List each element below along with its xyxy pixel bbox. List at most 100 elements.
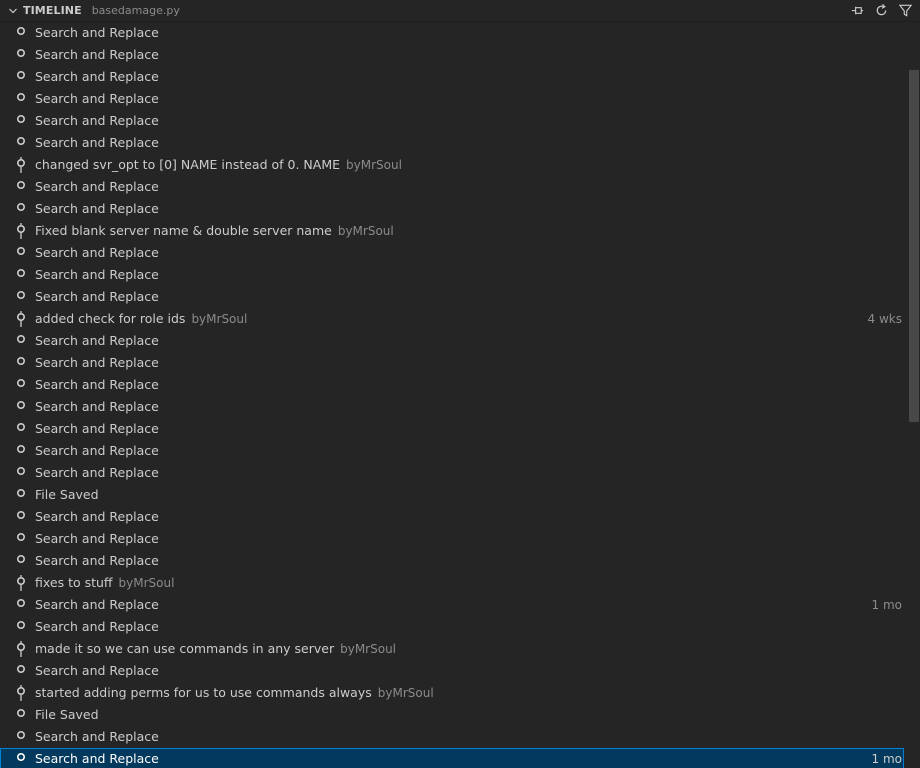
- timeline-item-label: Search and Replace: [35, 91, 159, 106]
- scrollbar[interactable]: [906, 22, 920, 768]
- git-commit-icon: [16, 157, 26, 173]
- circle-outline-icon: [16, 27, 26, 36]
- commit-author: byMrSoul: [377, 686, 434, 700]
- timeline-item[interactable]: Search and Replace 1 mo: [0, 594, 904, 616]
- timeline-item-commit[interactable]: fixes to stuff byMrSoul: [0, 572, 904, 594]
- timeline-item[interactable]: Search and Replace: [0, 132, 904, 154]
- timeline-item-label: Search and Replace: [35, 69, 159, 84]
- timeline-item[interactable]: Search and Replace: [0, 44, 904, 66]
- relative-time: 1 mo: [871, 598, 902, 612]
- circle-outline-icon: [16, 291, 26, 300]
- circle-outline-icon: [16, 203, 26, 212]
- circle-outline-icon: [16, 599, 26, 608]
- timeline-item[interactable]: Search and Replace: [0, 22, 904, 44]
- timeline-item[interactable]: Search and Replace: [0, 176, 904, 198]
- relative-time: 1 mo: [871, 752, 902, 766]
- timeline-item-commit[interactable]: Fixed blank server name & double server …: [0, 220, 904, 242]
- timeline-item-label: Search and Replace: [35, 201, 159, 216]
- circle-outline-icon: [16, 423, 26, 432]
- relative-time: 4 wks: [867, 312, 902, 326]
- circle-outline-icon: [16, 93, 26, 102]
- timeline-item[interactable]: Search and Replace: [0, 66, 904, 88]
- timeline-item-label: Search and Replace: [35, 135, 159, 150]
- circle-outline-icon: [16, 445, 26, 454]
- circle-outline-icon: [16, 379, 26, 388]
- timeline-item-label: Search and Replace: [35, 289, 159, 304]
- header-actions: [849, 2, 914, 19]
- timeline-item-label: File Saved: [35, 487, 99, 502]
- timeline-item-label: Search and Replace: [35, 25, 159, 40]
- timeline-item[interactable]: Search and Replace: [0, 88, 904, 110]
- circle-outline-icon: [16, 49, 26, 58]
- timeline-item[interactable]: Search and Replace: [0, 330, 904, 352]
- circle-outline-icon: [16, 621, 26, 630]
- scrollbar-thumb[interactable]: [909, 70, 919, 422]
- timeline-item[interactable]: Search and Replace: [0, 616, 904, 638]
- timeline-item-label: Search and Replace: [35, 531, 159, 546]
- timeline-item[interactable]: Search and Replace: [0, 396, 904, 418]
- timeline-item[interactable]: Search and Replace: [0, 264, 904, 286]
- commit-author: byMrSoul: [337, 224, 394, 238]
- commit-author: byMrSoul: [118, 576, 175, 590]
- timeline-item-label: started adding perms for us to use comma…: [35, 685, 434, 700]
- timeline-header[interactable]: TIMELINE basedamage.py: [0, 0, 920, 22]
- timeline-item-label: Search and Replace: [35, 267, 159, 282]
- circle-outline-icon: [16, 357, 26, 366]
- circle-outline-icon: [16, 489, 26, 498]
- timeline-item-commit[interactable]: added check for role ids byMrSoul 4 wks: [0, 308, 904, 330]
- circle-outline-icon: [16, 115, 26, 124]
- timeline-item-label: Search and Replace: [35, 751, 159, 766]
- timeline-item-label: made it so we can use commands in any se…: [35, 641, 397, 656]
- commit-author: byMrSoul: [346, 158, 402, 172]
- timeline-item[interactable]: Search and Replace: [0, 242, 904, 264]
- circle-outline-icon: [16, 269, 26, 278]
- timeline-item-label: File Saved: [35, 707, 99, 722]
- timeline-item[interactable]: Search and Replace: [0, 440, 904, 462]
- commit-author: byMrSoul: [191, 312, 248, 326]
- git-commit-icon: [16, 575, 26, 591]
- timeline-item-label: added check for role ids byMrSoul: [35, 311, 248, 326]
- timeline-item-label: Search and Replace: [35, 553, 159, 568]
- filter-icon[interactable]: [897, 2, 914, 19]
- timeline-item-label: Search and Replace: [35, 355, 159, 370]
- timeline-item[interactable]: Search and Replace: [0, 286, 904, 308]
- timeline-item[interactable]: Search and Replace: [0, 198, 904, 220]
- timeline-item-label: fixes to stuff byMrSoul: [35, 575, 175, 590]
- timeline-item-label: Search and Replace: [35, 509, 159, 524]
- refresh-icon[interactable]: [873, 2, 890, 19]
- timeline-item[interactable]: Search and Replace: [0, 550, 904, 572]
- timeline-item[interactable]: Search and Replace: [0, 418, 904, 440]
- timeline-item[interactable]: Search and Replace 1 mo: [0, 748, 904, 768]
- git-commit-icon: [16, 641, 26, 657]
- circle-outline-icon: [16, 71, 26, 80]
- timeline-item-label: Search and Replace: [35, 465, 159, 480]
- circle-outline-icon: [16, 181, 26, 190]
- timeline-item[interactable]: Search and Replace: [0, 726, 904, 748]
- circle-outline-icon: [16, 731, 26, 740]
- timeline-item[interactable]: Search and Replace: [0, 660, 904, 682]
- timeline-item-label: Search and Replace: [35, 399, 159, 414]
- timeline-item[interactable]: Search and Replace: [0, 352, 904, 374]
- timeline-item-commit[interactable]: changed svr_opt to [0] NAME instead of 0…: [0, 154, 904, 176]
- git-commit-icon: [16, 311, 26, 327]
- circle-outline-icon: [16, 555, 26, 564]
- timeline-item[interactable]: Search and Replace: [0, 528, 904, 550]
- timeline-item-label: Search and Replace: [35, 179, 159, 194]
- circle-outline-icon: [16, 335, 26, 344]
- circle-outline-icon: [16, 137, 26, 146]
- timeline-item-commit[interactable]: started adding perms for us to use comma…: [0, 682, 904, 704]
- timeline-item[interactable]: Search and Replace: [0, 462, 904, 484]
- circle-outline-icon: [16, 533, 26, 542]
- timeline-item[interactable]: Search and Replace: [0, 374, 904, 396]
- timeline-item[interactable]: Search and Replace: [0, 110, 904, 132]
- circle-outline-icon: [16, 467, 26, 476]
- timeline-item-label: changed svr_opt to [0] NAME instead of 0…: [35, 157, 402, 172]
- commit-author: byMrSoul: [340, 642, 397, 656]
- timeline-item[interactable]: File Saved: [0, 484, 904, 506]
- timeline-item[interactable]: Search and Replace: [0, 506, 904, 528]
- pin-icon[interactable]: [849, 2, 866, 19]
- timeline-item-commit[interactable]: made it so we can use commands in any se…: [0, 638, 904, 660]
- chevron-down-icon[interactable]: [9, 7, 17, 15]
- timeline-item-label: Search and Replace: [35, 113, 159, 128]
- timeline-item[interactable]: File Saved: [0, 704, 904, 726]
